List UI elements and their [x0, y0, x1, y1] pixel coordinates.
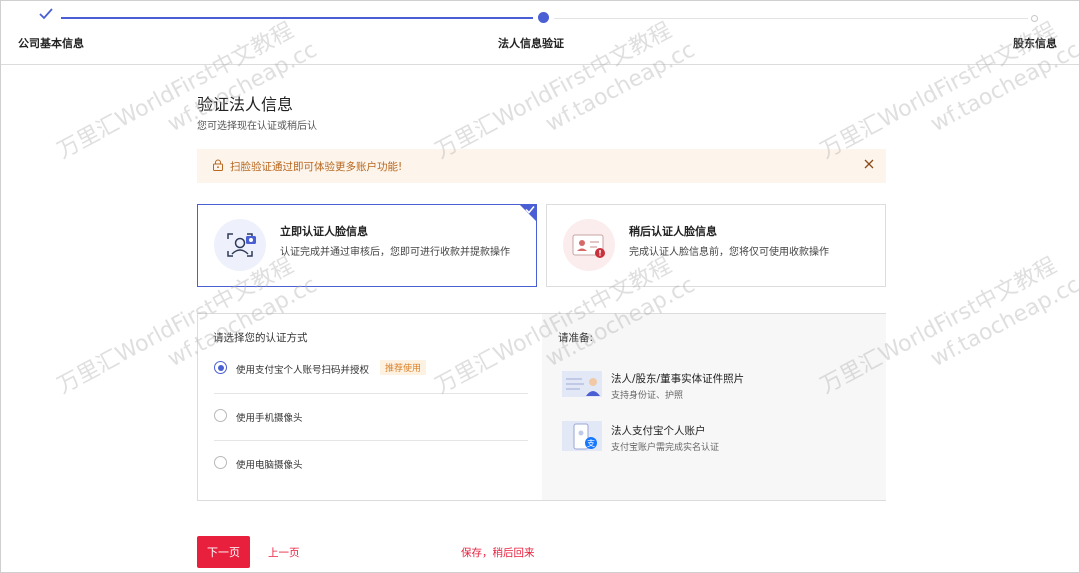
method-option-phone-camera[interactable]: 使用手机摄像头 [214, 393, 528, 439]
verify-later-title: 稍后认证人脸信息 [629, 225, 717, 238]
progress-line-completed [61, 17, 533, 19]
method-option-label: 使用电脑摄像头 [236, 460, 303, 471]
check-icon [39, 8, 53, 20]
prepare-section: 请准备: 法人/股东/董事实体证件照片 支持身份证、护照 支 法人支付宝个人账户… [542, 314, 886, 500]
prepare-item-id-documents: 法人/股东/董事实体证件照片 支持身份证、护照 [562, 369, 862, 403]
prepare-item-subtitle: 支付宝账户需完成实名认证 [611, 443, 720, 453]
step-label-shareholders: 股东信息 [1013, 37, 1057, 50]
save-and-return-link[interactable]: 保存，稍后回来 [461, 545, 535, 560]
alipay-phone-icon: 支 [562, 421, 602, 451]
page-frame: 公司基本信息 法人信息验证 股东信息 验证法人信息 您可选择现在认证或稍后认 扫… [0, 0, 1080, 573]
prepare-item-subtitle: 支持身份证、护照 [611, 391, 684, 401]
step-active-dot [538, 12, 549, 23]
close-icon[interactable] [862, 157, 876, 171]
verification-method-panel: 请选择您的认证方式 使用支付宝个人账号扫码并授权 推荐使用 使用手机摄像头 使用… [197, 313, 886, 501]
info-alert: 扫脸验证通过即可体验更多账户功能! [197, 149, 886, 183]
check-icon [525, 206, 535, 214]
step-label-legal-person: 法人信息验证 [498, 37, 564, 50]
id-document-icon [562, 371, 602, 397]
radio-computer-camera[interactable] [214, 456, 227, 469]
id-card-alert-icon [563, 219, 615, 271]
verify-later-card[interactable]: 稍后认证人脸信息 完成认证人脸信息前，您将仅可使用收款操作 [546, 204, 886, 287]
prepare-item-alipay-account: 支 法人支付宝个人账户 支付宝账户需完成实名认证 [562, 421, 862, 455]
step-pending-dot [1031, 15, 1038, 22]
method-option-label: 使用支付宝个人账号扫码并授权 [236, 365, 370, 376]
lock-icon [213, 159, 223, 171]
verify-now-description: 认证完成并通过审核后，您即可进行收款并提款操作 [280, 247, 510, 258]
verify-now-card[interactable]: 立即认证人脸信息 认证完成并通过审核后，您即可进行收款并提款操作 [197, 204, 537, 287]
progress-line-pending [554, 18, 1028, 19]
prepare-heading: 请准备: [558, 332, 594, 344]
face-scan-icon [214, 219, 266, 271]
previous-page-link[interactable]: 上一页 [268, 545, 300, 560]
radio-alipay[interactable] [214, 361, 227, 374]
method-heading: 请选择您的认证方式 [213, 332, 308, 344]
prepare-item-title: 法人支付宝个人账户 [611, 425, 706, 437]
page-title: 验证法人信息 [197, 95, 294, 114]
page-subtitle: 您可选择现在认证或稍后认 [197, 121, 317, 132]
next-page-button[interactable]: 下一页 [197, 536, 250, 568]
prepare-item-title: 法人/股东/董事实体证件照片 [611, 373, 745, 385]
verify-later-description: 完成认证人脸信息前，您将仅可使用收款操作 [629, 247, 829, 258]
method-option-label: 使用手机摄像头 [236, 413, 303, 424]
verify-now-title: 立即认证人脸信息 [280, 225, 368, 238]
radio-phone-camera[interactable] [214, 409, 227, 422]
svg-text:支: 支 [587, 438, 595, 448]
method-option-computer-camera[interactable]: 使用电脑摄像头 [214, 440, 528, 486]
alert-text: 扫脸验证通过即可体验更多账户功能! [230, 161, 403, 173]
progress-stepper: 公司基本信息 法人信息验证 股东信息 [1, 1, 1079, 65]
recommended-badge: 推荐使用 [380, 360, 427, 375]
step-label-company-info: 公司基本信息 [18, 37, 84, 50]
method-option-alipay[interactable]: 使用支付宝个人账号扫码并授权 推荐使用 [214, 346, 528, 392]
